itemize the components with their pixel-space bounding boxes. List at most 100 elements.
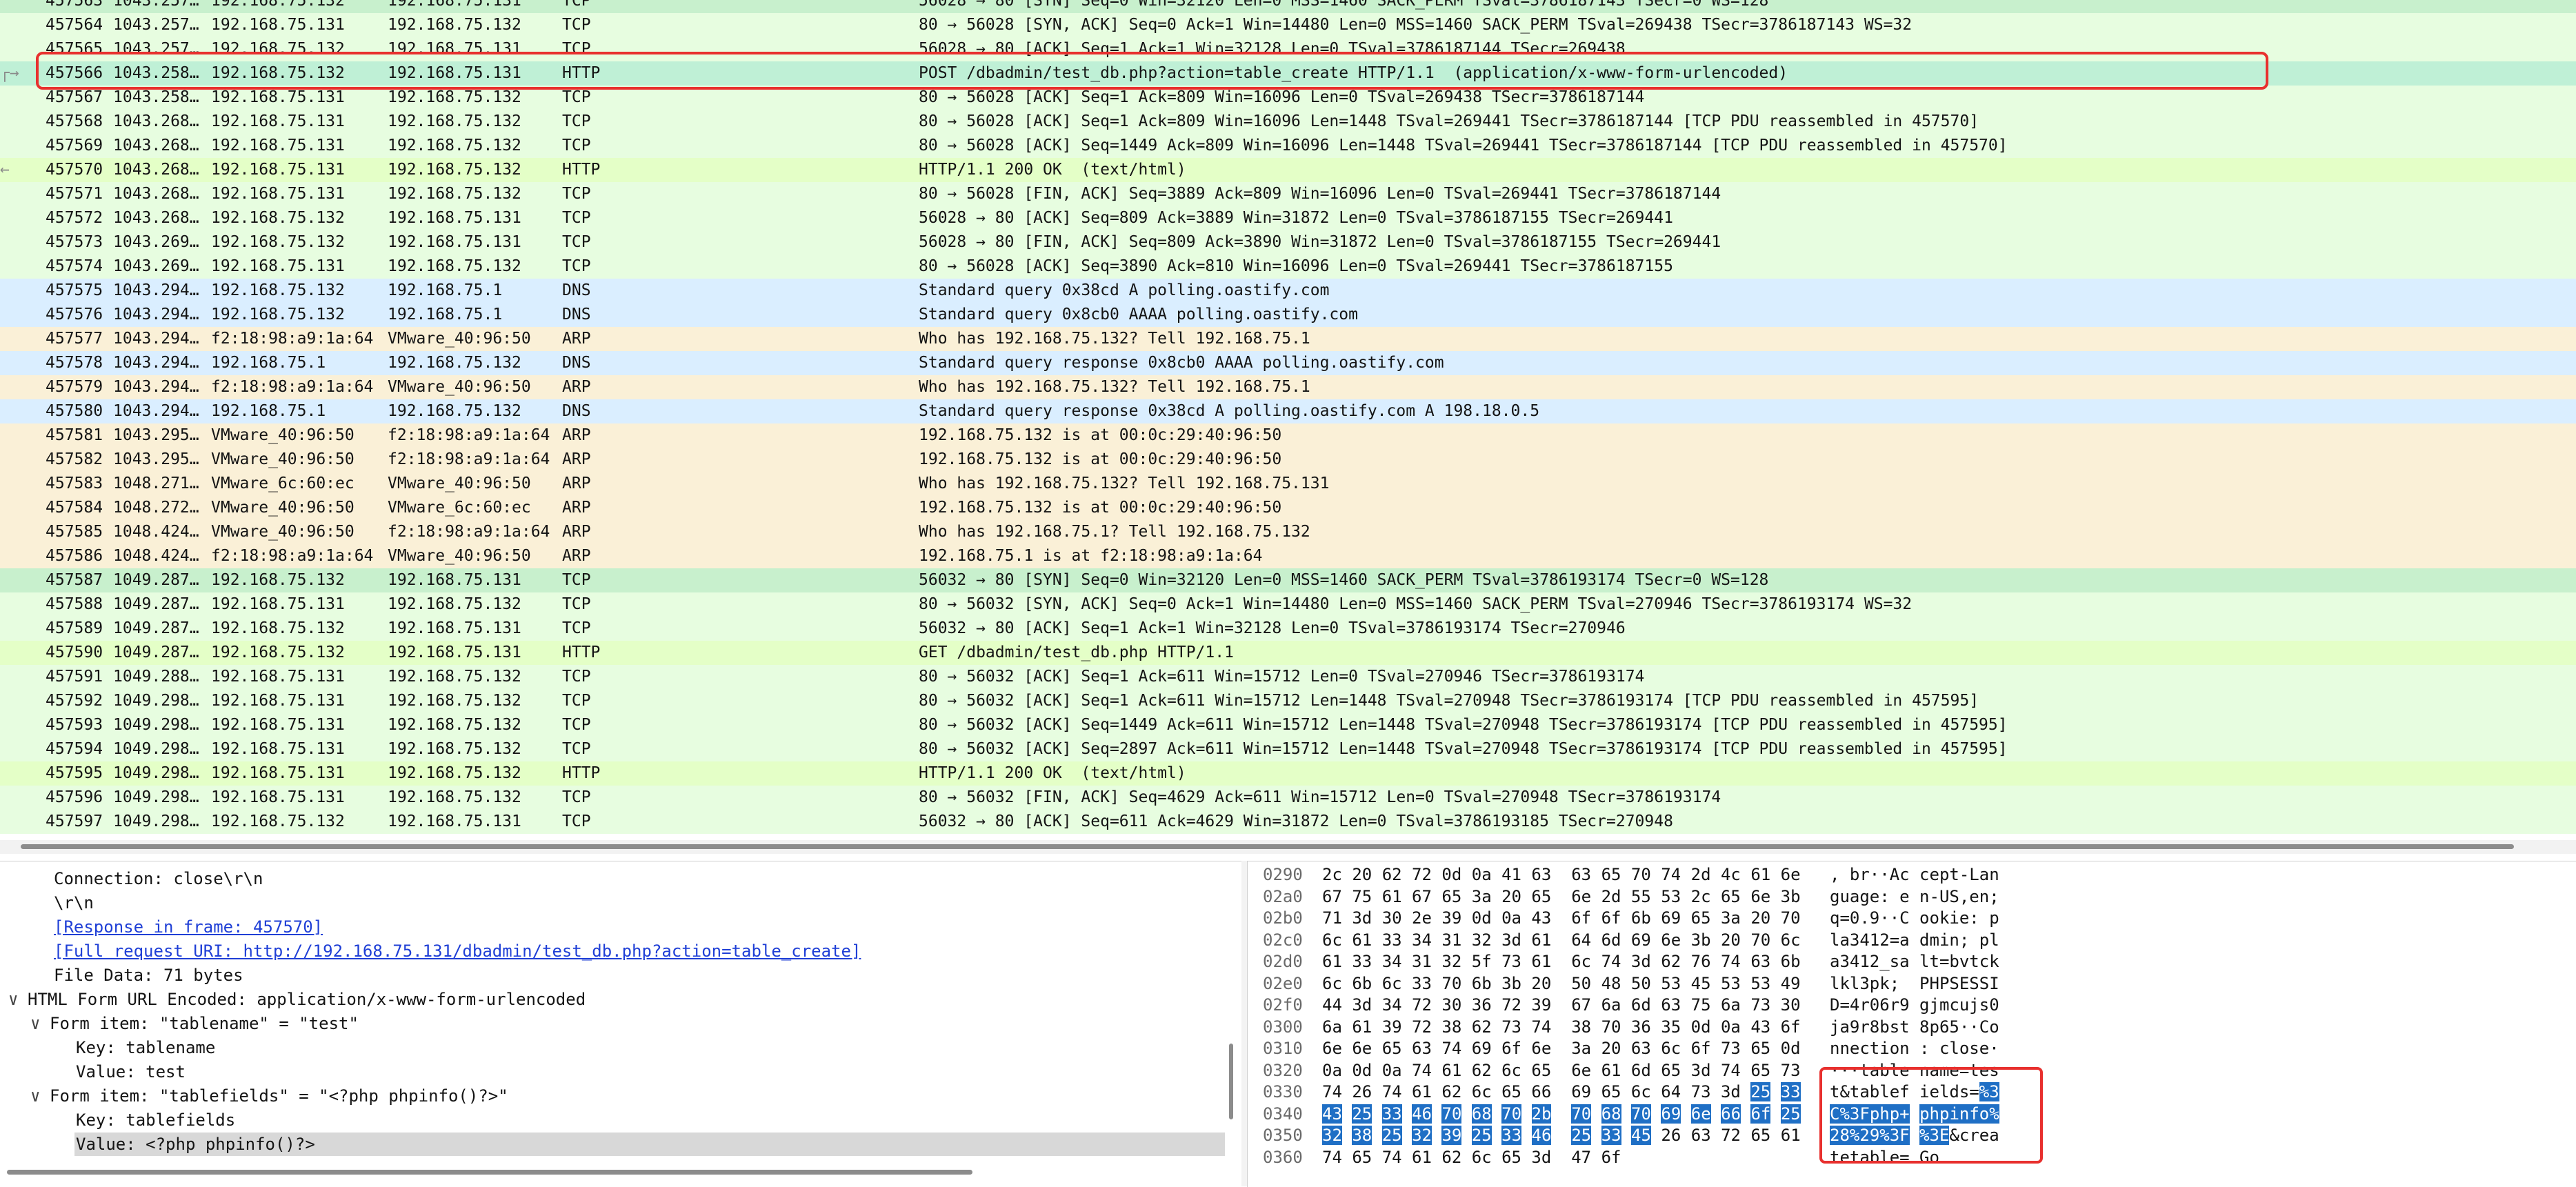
packet-row[interactable]: ┌→ 457566 1043.258… 192.168.75.132 192.168.7… — [0, 61, 2576, 86]
packet-no: 457578 — [46, 354, 103, 372]
tree-link[interactable]: [Response in frame: 457570] — [54, 915, 323, 939]
packet-row[interactable]: 457576 1043.294… 192.168.75.132 192.168.75.… — [0, 303, 2576, 327]
tree-item[interactable]: \r\n — [54, 891, 94, 915]
hex-row[interactable]: 0320 0a 0d 0a 74 61 62 6c 65 6e 61 6d 65 … — [1248, 1059, 2576, 1083]
packet-row[interactable]: 457565 1043.257… 192.168.75.132 192.168.75.… — [0, 37, 2576, 61]
packet-time: 1048.424… — [113, 523, 199, 541]
packet-row[interactable]: 457568 1043.268… 192.168.75.131 192.168.75.… — [0, 110, 2576, 134]
packet-info: 80 → 56028 [ACK] Seq=1 Ack=809 Win=16096… — [919, 112, 1979, 130]
hex-offset: 0330 — [1263, 1082, 1303, 1101]
packet-row[interactable]: 457596 1049.298… 192.168.75.131 192.168.75.… — [0, 786, 2576, 810]
packet-list-h-scrollbar[interactable] — [0, 840, 2576, 854]
packet-row[interactable]: 457597 1049.298… 192.168.75.132 192.168.75.… — [0, 810, 2576, 834]
pane-divider[interactable] — [1241, 861, 1247, 1186]
hex-row[interactable]: 0340 43 25 33 46 70 68 70 2b 70 68 70 69 … — [1248, 1102, 2576, 1126]
packet-row[interactable]: 457573 1043.269… 192.168.75.132 192.168.75.… — [0, 230, 2576, 255]
packet-row[interactable]: 457579 1043.294… f2:18:98:a9:1a:64 VMware_4… — [0, 375, 2576, 399]
hex-row[interactable]: 02d0 61 33 34 31 32 5f 73 61 6c 74 3d 62 … — [1248, 950, 2576, 974]
tree-item[interactable]: ∨ Form item: "tablename" = "test" — [30, 1012, 359, 1036]
hex-ascii: q=0.9··C ookie: p — [1830, 908, 1999, 928]
packet-row[interactable]: 457587 1049.287… 192.168.75.132 192.168.75.… — [0, 568, 2576, 592]
packet-row[interactable]: 457590 1049.287… 192.168.75.132 192.168.75.… — [0, 641, 2576, 665]
packet-row[interactable]: ← 457570 1043.268… 192.168.75.131 192.168.75… — [0, 158, 2576, 182]
packet-row[interactable]: 457582 1043.295… VMware_40:96:50 f2:18:98:a… — [0, 448, 2576, 472]
hex-row[interactable]: 0360 74 65 74 61 62 6c 65 3d 47 6f tetable… — [1248, 1146, 2576, 1170]
packet-time: 1049.298… — [113, 812, 199, 830]
chevron-down-icon[interactable]: ∨ — [8, 988, 28, 1012]
packet-dst: f2:18:98:a9:1a:64 — [388, 426, 550, 444]
tree-item[interactable]: Key: tablename — [76, 1036, 215, 1060]
packet-row[interactable]: 457591 1049.288… 192.168.75.131 192.168.75.… — [0, 665, 2576, 689]
hex-row[interactable]: 0350 32 38 25 32 39 25 33 46 25 33 45 26 … — [1248, 1124, 2576, 1148]
packet-row[interactable]: 457564 1043.257… 192.168.75.131 192.168.75.… — [0, 13, 2576, 37]
packet-row[interactable]: 457589 1049.287… 192.168.75.132 192.168.75.… — [0, 617, 2576, 641]
scrollbar-thumb[interactable] — [7, 1170, 972, 1175]
packet-row[interactable]: 457583 1048.271… VMware_6c:60:ec VMware_40:… — [0, 472, 2576, 496]
tree-item[interactable]: Value: <?php phpinfo()?> — [76, 1133, 315, 1157]
packet-list[interactable]: 457563 1043.257… 192.168.75.132 192.168.75.… — [0, 0, 2576, 840]
packet-row[interactable]: 457563 1043.257… 192.168.75.132 192.168.75.… — [0, 0, 2576, 13]
hex-row[interactable]: 0330 74 26 74 61 62 6c 65 66 69 65 6c 64 … — [1248, 1080, 2576, 1104]
packet-row[interactable]: 457592 1049.298… 192.168.75.131 192.168.75.… — [0, 689, 2576, 713]
detail-v-scrollbar[interactable] — [1226, 861, 1237, 1164]
packet-row[interactable]: 457575 1043.294… 192.168.75.132 192.168.75.… — [0, 279, 2576, 303]
hex-row[interactable]: 0290 2c 20 62 72 0d 0a 41 63 63 65 70 74 … — [1248, 863, 2576, 887]
hex-row[interactable]: 02b0 71 3d 30 2e 39 0d 0a 43 6f 6f 6b 69 … — [1248, 906, 2576, 930]
hex-row[interactable]: 02a0 67 75 61 67 65 3a 20 65 6e 2d 55 53 … — [1248, 885, 2576, 909]
packet-row[interactable]: 457585 1048.424… VMware_40:96:50 f2:18:98:a… — [0, 520, 2576, 544]
tree-item-text: Key: tablefields — [76, 1110, 236, 1130]
packet-src: 192.168.75.132 — [211, 644, 345, 661]
detail-h-scrollbar[interactable] — [0, 1168, 1241, 1177]
tree-link[interactable]: [Full request URI: http://192.168.75.131… — [54, 939, 861, 964]
hex-row[interactable]: 02e0 6c 6b 6c 33 70 6b 3b 20 50 48 50 53 … — [1248, 972, 2576, 996]
tree-item[interactable]: File Data: 71 bytes — [54, 964, 243, 988]
packet-no: 457566 — [46, 64, 103, 82]
tree-item[interactable]: Connection: close\r\n — [54, 867, 263, 891]
scrollbar-thumb[interactable] — [21, 844, 2514, 849]
packet-dst: f2:18:98:a9:1a:64 — [388, 523, 550, 541]
packet-row[interactable]: 457567 1043.258… 192.168.75.131 192.168.75.… — [0, 86, 2576, 110]
packet-time: 1049.287… — [113, 595, 199, 613]
packet-detail-pane[interactable]: Connection: close\r\n \r\n [Response in fr… — [0, 861, 1241, 1187]
hex-row[interactable]: 0300 6a 61 39 72 38 62 73 74 38 70 36 35 … — [1248, 1015, 2576, 1039]
chevron-down-icon[interactable]: ∨ — [30, 1084, 50, 1108]
tree-item-text: Form item: "tablename" = "test" — [50, 1014, 359, 1033]
tree-item[interactable]: ∨ HTML Form URL Encoded: application/x-ww… — [8, 988, 586, 1012]
packet-src: 192.168.75.131 — [211, 595, 345, 613]
packet-src: VMware_40:96:50 — [211, 523, 355, 541]
packet-row[interactable]: 457586 1048.424… f2:18:98:a9:1a:64 VMware_4… — [0, 544, 2576, 568]
packet-row[interactable]: 457572 1043.268… 192.168.75.132 192.168.75.… — [0, 206, 2576, 230]
packet-proto: TCP — [562, 788, 591, 806]
hex-row[interactable]: 0310 6e 6e 65 63 74 69 6f 6e 3a 20 63 6c … — [1248, 1037, 2576, 1061]
packet-proto: TCP — [562, 716, 591, 734]
packet-info: GET /dbadmin/test_db.php HTTP/1.1 — [919, 644, 1234, 661]
packet-row[interactable]: 457593 1049.298… 192.168.75.131 192.168.75.… — [0, 713, 2576, 737]
packet-bytes-pane[interactable]: 0290 2c 20 62 72 0d 0a 41 63 63 65 70 74 … — [1247, 861, 2576, 1187]
packet-row[interactable]: 457580 1043.294… 192.168.75.1 192.168.75.13… — [0, 399, 2576, 423]
hex-row[interactable]: 02c0 6c 61 33 34 31 32 3d 61 64 6d 69 6e … — [1248, 928, 2576, 952]
packet-row[interactable]: 457578 1043.294… 192.168.75.1 192.168.75.13… — [0, 351, 2576, 375]
tree-item[interactable]: ∨ Form item: "tablefields" = "<?php phpin… — [30, 1084, 508, 1108]
packet-row[interactable]: 457584 1048.272… VMware_40:96:50 VMware_6c:… — [0, 496, 2576, 520]
packet-row[interactable]: 457588 1049.287… 192.168.75.131 192.168.75.… — [0, 592, 2576, 617]
packet-src: 192.168.75.131 — [211, 788, 345, 806]
packet-row[interactable]: 457574 1043.269… 192.168.75.131 192.168.75.… — [0, 255, 2576, 279]
packet-row[interactable]: 457569 1043.268… 192.168.75.131 192.168.75.… — [0, 134, 2576, 158]
packet-dst: 192.168.75.132 — [388, 185, 521, 203]
hex-row[interactable]: 02f0 44 3d 34 72 30 36 72 39 67 6a 6d 63 … — [1248, 993, 2576, 1017]
tree-item[interactable]: Key: tablefields — [76, 1108, 235, 1133]
scrollbar-thumb[interactable] — [1229, 1044, 1233, 1119]
packet-row[interactable]: 457594 1049.298… 192.168.75.131 192.168.75.… — [0, 737, 2576, 761]
chevron-down-icon[interactable]: ∨ — [30, 1012, 50, 1036]
packet-no: 457593 — [46, 716, 103, 734]
tree-item[interactable]: Value: test — [76, 1060, 186, 1084]
packet-info: 80 → 56032 [SYN, ACK] Seq=0 Ack=1 Win=14… — [919, 595, 1913, 613]
packet-src: 192.168.75.132 — [211, 571, 345, 589]
packet-row[interactable]: 457595 1049.298… 192.168.75.131 192.168.75.… — [0, 761, 2576, 786]
packet-row[interactable]: 457577 1043.294… f2:18:98:a9:1a:64 VMware_4… — [0, 327, 2576, 351]
hex-ascii: D=4r06r9 gjmcujs0 — [1830, 995, 1999, 1015]
packet-row[interactable]: 457581 1043.295… VMware_40:96:50 f2:18:98:a… — [0, 423, 2576, 448]
packet-dst: 192.168.75.132 — [388, 764, 521, 782]
packet-proto: TCP — [562, 692, 591, 710]
packet-row[interactable]: 457571 1043.268… 192.168.75.131 192.168.75.… — [0, 182, 2576, 206]
